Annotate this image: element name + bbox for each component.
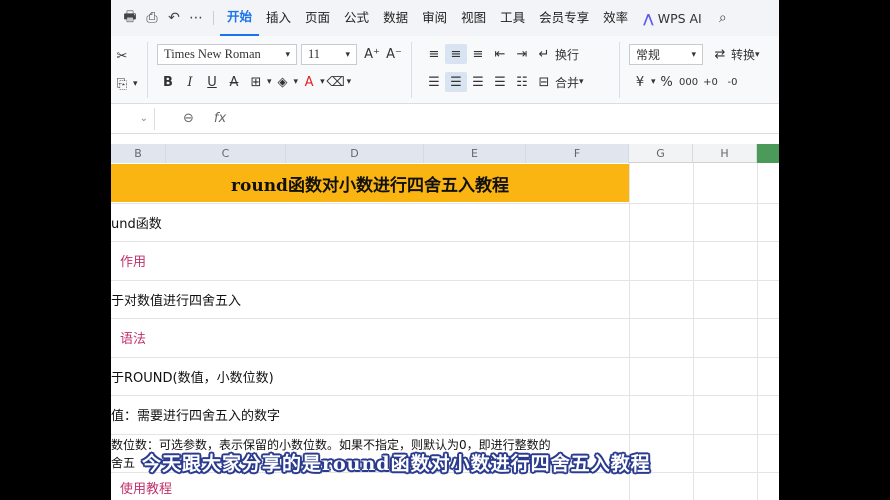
fx-button[interactable]: fx — [214, 111, 226, 126]
wps-ai-logo-icon: ⋀ — [643, 10, 654, 26]
zoom-icon[interactable]: ⊖ — [183, 111, 194, 126]
tab-member[interactable]: 会员专享 — [532, 0, 596, 36]
tab-view[interactable]: 视图 — [454, 0, 493, 36]
percent-button[interactable]: % — [656, 72, 678, 92]
search-icon[interactable]: ⌕ — [712, 10, 734, 26]
indent-decrease-icon[interactable]: ⇤ — [489, 44, 511, 64]
wrap-text-label[interactable]: 换行 — [555, 46, 579, 63]
column-header-f[interactable]: F — [526, 144, 629, 163]
font-size-value: 11 — [308, 47, 321, 61]
cell-row-5[interactable]: 于ROUND(数值，小数位数) — [111, 357, 274, 395]
wps-ai-label: WPS AI — [657, 10, 702, 26]
cell-row-1[interactable]: und函数 — [111, 203, 162, 241]
cell-section-purpose[interactable]: 作用 — [111, 241, 146, 279]
column-header-selected-marker — [757, 144, 779, 163]
bold-button[interactable]: B — [157, 72, 179, 92]
tab-tools[interactable]: 工具 — [493, 0, 532, 36]
cell-row-6[interactable]: 值：需要进行四舍五入的数字 — [111, 395, 280, 433]
cell-section-syntax[interactable]: 语法 — [111, 318, 146, 356]
undo-icon[interactable]: ↶ — [163, 10, 185, 26]
column-header-c[interactable]: C — [166, 144, 286, 163]
menu-separator — [213, 11, 214, 25]
wrap-text-icon[interactable]: ↵ — [533, 44, 555, 64]
tab-home[interactable]: 开始 — [220, 0, 260, 36]
number-format-select[interactable]: 常规 ▾ — [629, 44, 703, 65]
chevron-down-icon: ⌄ — [139, 113, 148, 124]
more-icon[interactable]: ⋯ — [185, 10, 207, 26]
font-name-value: Times New Roman — [164, 47, 261, 61]
video-subtitle-caption: 今天跟大家分享的是round函数对小数进行四舍五入教程 — [142, 453, 651, 475]
tab-efficiency[interactable]: 效率 — [596, 0, 635, 36]
cell-row-7-line2[interactable]: 舍五 — [111, 455, 135, 471]
decimal-decrease-button[interactable]: -0 — [722, 72, 744, 92]
align-middle-icon[interactable]: ≡ — [445, 44, 467, 64]
indent-increase-icon[interactable]: ⇥ — [511, 44, 533, 64]
merge-cells-label[interactable]: 合并 — [555, 74, 579, 91]
convert-label[interactable]: 转换 — [731, 46, 755, 63]
fill-color-icon[interactable]: ◈ — [272, 72, 294, 92]
cell-section-tutorial[interactable]: 使用教程 — [111, 474, 172, 500]
sheet-title-cell[interactable]: round函数对小数进行四舍五入教程 — [111, 164, 629, 202]
chevron-down-icon: ▾ — [691, 49, 696, 60]
thousands-button[interactable]: 000 — [678, 72, 700, 92]
print-preview-icon[interactable]: ⎙ — [141, 10, 163, 26]
chevron-down-icon: ▾ — [345, 49, 350, 59]
menu-bar: 🖶 ⎙ ↶ ⋯ 开始 插入 页面 公式 数据 审阅 视图 工具 会员专享 效率 … — [111, 0, 779, 36]
border-icon[interactable]: ⊞ — [245, 72, 267, 92]
merge-cells-icon[interactable]: ⊟ — [533, 72, 555, 92]
italic-button[interactable]: I — [179, 72, 201, 92]
wps-ai-button[interactable]: ⋀ WPS AI — [643, 11, 702, 26]
align-bottom-icon[interactable]: ≡ — [467, 44, 489, 64]
column-header-b[interactable]: B — [111, 144, 166, 163]
justify-icon[interactable]: ☰ — [489, 72, 511, 92]
tab-page[interactable]: 页面 — [298, 0, 337, 36]
chevron-down-icon: ▾ — [285, 49, 290, 59]
column-header-g[interactable]: G — [629, 144, 693, 163]
print-icon[interactable]: 🖶 — [119, 6, 141, 30]
distributed-icon[interactable]: ☷ — [511, 72, 533, 92]
font-color-icon[interactable]: A — [298, 72, 320, 92]
tab-data[interactable]: 数据 — [376, 0, 415, 36]
column-header-e[interactable]: E — [424, 144, 526, 163]
strikethrough-button[interactable]: A — [223, 72, 245, 92]
formula-bar: ⌄ ⊖ fx — [111, 104, 779, 134]
decrease-font-icon[interactable]: A⁻ — [383, 45, 405, 65]
number-format-value: 常规 — [636, 48, 661, 62]
name-box[interactable]: ⌄ — [111, 107, 155, 130]
column-header-h[interactable]: H — [693, 144, 757, 163]
align-center-icon[interactable]: ☰ — [445, 72, 467, 92]
underline-button[interactable]: U — [201, 72, 223, 92]
clear-format-icon[interactable]: ⌫ — [325, 72, 347, 92]
currency-button[interactable]: ¥ — [629, 72, 651, 92]
column-headers: B C D E F G H — [111, 144, 779, 163]
tab-review[interactable]: 审阅 — [415, 0, 454, 36]
font-name-select[interactable]: Times New Roman ▾ — [157, 44, 297, 65]
align-right-icon[interactable]: ☰ — [467, 72, 489, 92]
font-size-select[interactable]: 11 ▾ — [301, 44, 357, 65]
cut-icon[interactable]: ✂ — [111, 46, 133, 66]
align-top-icon[interactable]: ≡ — [423, 44, 445, 64]
spreadsheet-window: 🖶 ⎙ ↶ ⋯ 开始 插入 页面 公式 数据 审阅 视图 工具 会员专享 效率 … — [111, 0, 779, 500]
ribbon-toolbar: ✂ ⎘ ▾ Times New Roman ▾ 11 ▾ A⁺ A⁻ B I U … — [111, 36, 779, 104]
cell-row-3[interactable]: 于对数值进行四舍五入 — [111, 280, 241, 318]
tab-formula[interactable]: 公式 — [337, 0, 376, 36]
paste-format-icon[interactable]: ⎘ ▾ — [111, 74, 138, 94]
convert-icon[interactable]: ⇄ — [709, 45, 731, 65]
increase-font-icon[interactable]: A⁺ — [361, 45, 383, 65]
decimal-increase-button[interactable]: +0 — [700, 72, 722, 92]
tab-insert[interactable]: 插入 — [259, 0, 298, 36]
column-header-d[interactable]: D — [286, 144, 424, 163]
align-left-icon[interactable]: ☰ — [423, 72, 445, 92]
